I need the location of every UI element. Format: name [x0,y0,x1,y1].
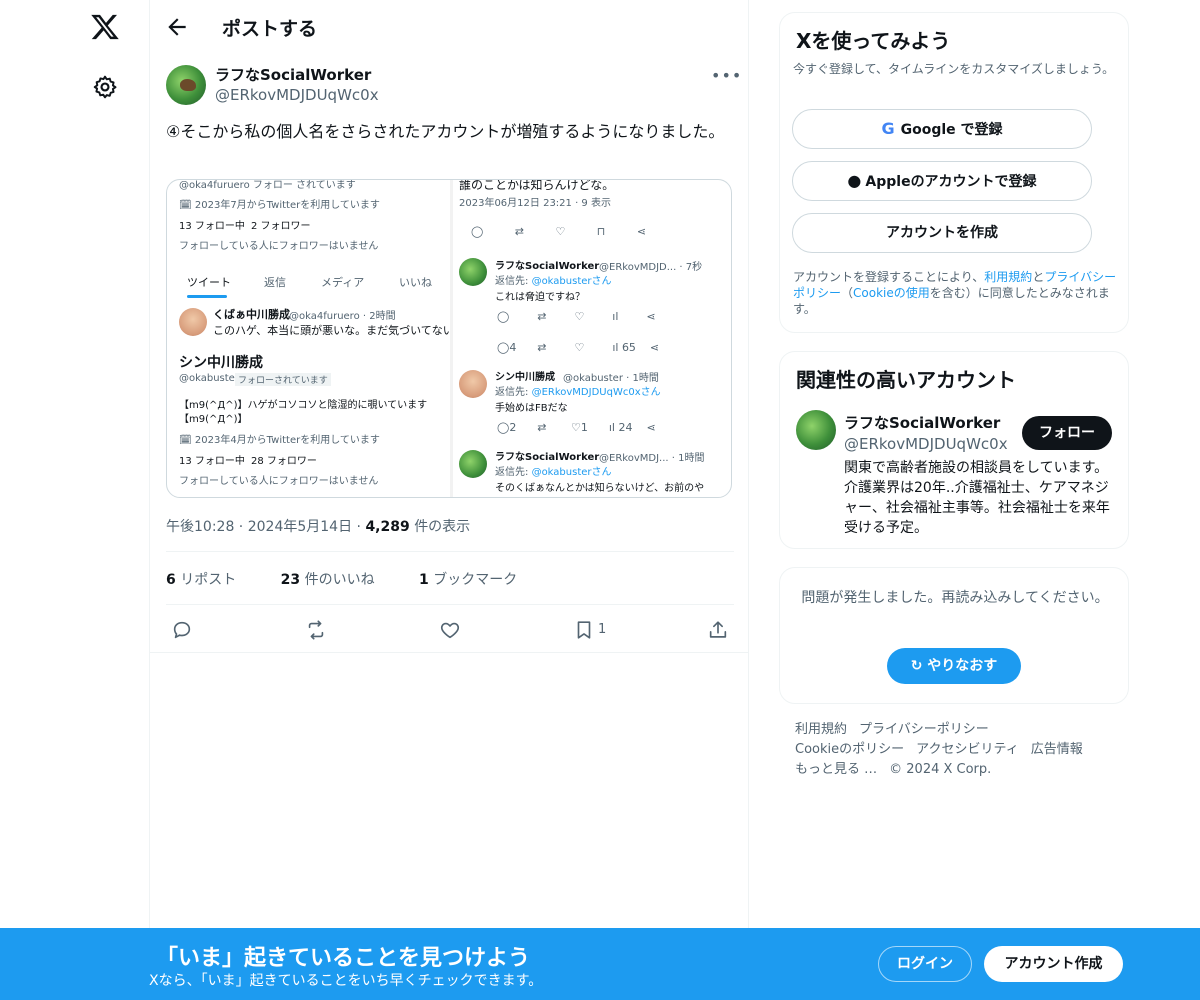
apple-signup-button[interactable]: ● Appleのアカウントで登録 [792,161,1092,201]
error-message: 問題が発生しました。再読み込みしてください。 [801,590,1109,606]
repost-icon [308,620,324,640]
view-label: 件の表示 [414,519,471,535]
bottom-bar-subtitle: Xなら、「いま」起きていることをいち早くチェックできます。 [149,973,543,989]
related-accounts-card: 関連性の高いアカウント ラフなSocialWorker @ERkovMDJDUq… [779,351,1129,549]
copyright: © 2024 X Corp. [889,762,992,777]
author-name[interactable]: ラフなSocialWorker [215,64,371,85]
share-button[interactable] [704,616,732,644]
bottom-signup-bar: 「いま」起きていることを見つけよう Xなら、「いま」起きていることをいち早くチェ… [0,928,1200,1000]
mini-avatar [179,308,207,336]
reply-icon [173,621,191,639]
back-arrow-icon[interactable] [164,14,190,40]
post-image[interactable]: @oka4furuero フォロー されています 🗓 2023年7月からTwit… [166,179,732,498]
footer-links: 利用規約 プライバシーポリシー Cookieのポリシー アクセシビリティ 広告情報 も… [795,720,1115,780]
like-button[interactable] [436,616,464,644]
image-left-panel: @oka4furuero フォロー されています 🗓 2023年7月からTwit… [179,180,454,487]
signup-card-subtitle: 今すぐ登録して、タイムラインをカスタマイズしましょう。 [793,62,1115,76]
signup-card-title: Xを使ってみよう [796,29,951,53]
signup-legal-text: アカウントを登録することにより、利用規約とプライバシーポリシー（Cookieの使… [793,270,1117,316]
author-handle[interactable]: @ERkovMDJDUqWc0x [215,86,379,104]
related-account-handle[interactable]: @ERkovMDJDUqWc0x [844,435,1008,453]
bookmark-button[interactable] [570,616,598,644]
related-title: 関連性の高いアカウント [796,368,1016,392]
retry-button[interactable]: ↻ やりなおす [887,648,1021,684]
post-time[interactable]: 午後10:28 [166,519,234,535]
footer-cookie-link[interactable]: Cookieのポリシー [795,742,904,757]
image-right-panel: 誰のことかは知らんけどな。 2023年06月12日 23:21 · 9 表示 ◯… [459,179,705,494]
more-options-icon[interactable]: ••• [711,66,741,86]
divider [166,604,734,605]
apple-icon: ● [847,171,862,190]
bookmark-count: 1 [598,622,607,637]
google-signup-button[interactable]: G Google で登録 [792,109,1092,149]
repost-button[interactable] [302,616,330,644]
repost-stat[interactable]: 6 リポスト [166,572,256,588]
page-title: ポストする [222,18,318,40]
bottom-bar-title: 「いま」起きていることを見つけよう [156,946,531,971]
page-header: ポストする [150,0,749,54]
post-stats: 6 リポスト 23 件のいいね 1 ブックマーク [166,569,557,589]
post-text: ④そこから私の個人名をさらされたアカウントが増殖するようになりました。 [166,122,725,141]
google-icon: G [881,119,895,138]
divider [150,652,749,653]
left-rail [0,0,150,1000]
reply-button[interactable] [168,616,196,644]
heart-icon [440,622,460,639]
signup-button[interactable]: アカウント作成 [984,946,1123,982]
signup-card: Xを使ってみよう 今すぐ登録して、タイムラインをカスタマイズしましょう。 G Go… [779,12,1129,333]
avatar[interactable] [796,410,836,450]
footer-privacy-link[interactable]: プライバシーポリシー [859,722,989,737]
post-date[interactable]: 2024年5月14日 [248,519,352,535]
bookmark-icon [577,621,591,639]
post-actions: 1 [166,616,734,644]
main-column: ポストする ラフなSocialWorker @ERkovMDJDUqWc0x •… [150,0,749,1000]
refresh-icon: ↻ [910,658,923,674]
login-button[interactable]: ログイン [878,946,972,982]
post-meta: 午後10:28 · 2024年5月14日 · 4,289 件の表示 [166,519,471,535]
follow-button[interactable]: フォロー [1022,416,1112,450]
x-logo-icon[interactable] [90,12,120,42]
joined-text: 🗓 2023年7月からTwitterを利用しています [179,200,380,211]
terms-link[interactable]: 利用規約 [984,270,1032,284]
author-avatar[interactable] [166,65,206,105]
create-account-button[interactable]: アカウントを作成 [792,213,1092,253]
share-icon [709,621,727,638]
view-count: 4,289 [365,519,410,535]
cookie-link[interactable]: Cookieの使用 [853,286,930,300]
footer-ads-link[interactable]: 広告情報 [1031,742,1083,757]
footer-terms-link[interactable]: 利用規約 [795,722,847,737]
like-stat[interactable]: 23 件のいいね [281,572,395,588]
error-card: 問題が発生しました。再読み込みしてください。 ↻ やりなおす [779,567,1129,704]
related-account-name[interactable]: ラフなSocialWorker [844,412,1000,433]
footer-accessibility-link[interactable]: アクセシビリティ [916,742,1019,757]
bookmark-stat[interactable]: 1 ブックマーク [419,572,537,588]
related-account-bio: 関東で高齢者施設の相談員をしています。 介護業界は20年..介護福祉士、ケアマネ… [844,460,1110,536]
tab-underline [187,295,227,298]
divider [166,551,734,552]
footer-more-link[interactable]: もっと見る … [795,762,877,777]
gear-icon[interactable] [92,74,118,100]
image-action-row: ◯ ⇄ ♡ ⊓ ⋖ [471,225,647,238]
